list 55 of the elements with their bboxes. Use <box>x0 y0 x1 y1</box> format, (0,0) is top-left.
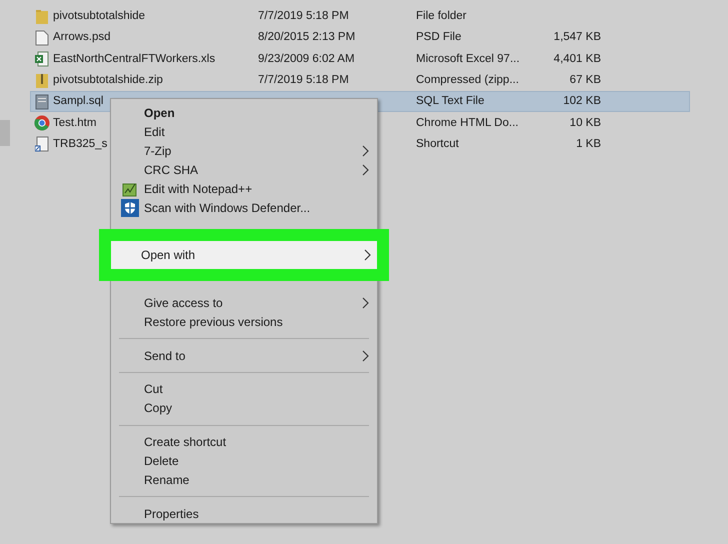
zip-folder-icon <box>35 72 49 89</box>
menu-item[interactable]: Edit <box>116 122 372 142</box>
file-type: PSD File <box>416 31 462 44</box>
spreadsheet-icon <box>35 51 49 68</box>
chevron-right-icon <box>362 145 369 158</box>
menu-item[interactable]: Properties <box>116 504 372 523</box>
file-type: Microsoft Excel 97... <box>416 52 520 65</box>
scrollbar-thumb[interactable] <box>0 120 10 146</box>
file-name: pivotsubtotalshide.zip <box>53 74 163 86</box>
file-name: pivotsubtotalshide <box>53 10 146 22</box>
menu-item[interactable]: Give access to <box>116 293 372 312</box>
file-date: 7/7/2019 5:18 PM <box>258 10 349 22</box>
menu-item[interactable]: Restore previous versions <box>116 312 372 332</box>
shield-icon <box>121 198 139 217</box>
menu-item[interactable]: 7-Zip <box>116 142 372 161</box>
menu-item[interactable]: Create shortcut <box>116 432 372 452</box>
chevron-right-icon <box>362 350 369 362</box>
menu-item[interactable]: Send to <box>116 346 372 365</box>
document-icon <box>35 94 49 110</box>
file-name: Arrows.psd <box>53 31 111 44</box>
file-date: 8/20/2015 2:13 PM <box>258 31 356 44</box>
menu-item[interactable]: Delete <box>116 451 372 470</box>
file-size: 67 KB <box>570 72 601 88</box>
chevron-right-icon <box>364 249 371 262</box>
file-size: 4,401 KB <box>554 52 601 67</box>
menu-item[interactable]: Open <box>116 104 372 123</box>
file-size: 10 KB <box>570 116 601 130</box>
menu-item[interactable]: Edit with Notepad++ <box>116 180 372 199</box>
menu-item[interactable]: Scan with Windows Defender... <box>116 198 372 218</box>
file-size: 1 KB <box>576 136 601 152</box>
chevron-right-icon <box>362 296 369 309</box>
menu-item[interactable]: CRC SHA <box>116 160 372 180</box>
menu-item[interactable]: Open with <box>111 241 377 270</box>
file-type: File folder <box>416 10 466 22</box>
file-name: EastNorthCentralFTWorkers.xls <box>53 52 216 65</box>
file-date: 9/23/2009 6:02 AM <box>258 52 355 65</box>
menu-item[interactable]: Copy <box>116 398 372 418</box>
file-type: Compressed (zipp... <box>416 74 519 86</box>
file-name: TRB325_s <box>53 138 108 150</box>
file-size: 102 KB <box>563 94 601 110</box>
menu-item[interactable]: Cut <box>116 380 372 399</box>
notepad-icon <box>122 181 138 198</box>
browser-logo-icon <box>34 115 50 132</box>
menu-item[interactable]: Rename <box>116 470 372 490</box>
file-type: Shortcut <box>416 138 459 150</box>
file-type: Chrome HTML Do... <box>416 116 518 128</box>
shortcut-file-icon <box>35 136 49 152</box>
file-date: 7/7/2019 5:18 PM <box>258 74 349 86</box>
folder-icon <box>35 8 49 25</box>
file-name: Test.htm <box>53 116 96 128</box>
file-size: 1,547 KB <box>554 30 601 46</box>
file-type: SQL Text File <box>416 95 484 108</box>
file-name: Sampl.sql <box>53 95 104 108</box>
file-icon <box>35 30 49 46</box>
chevron-right-icon <box>362 164 369 176</box>
